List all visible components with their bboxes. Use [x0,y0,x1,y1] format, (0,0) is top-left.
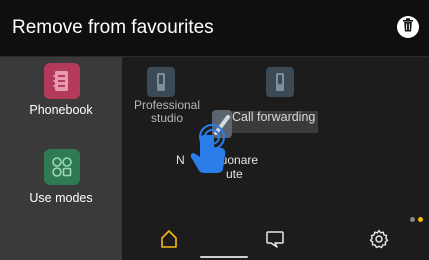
messages-button[interactable] [262,228,288,254]
app-screen: Remove from favourites Phonebook Use mod… [0,0,429,260]
home-button[interactable] [156,228,182,254]
use-modes-icon [44,149,80,185]
intercom-icon [147,67,175,97]
home-icon [159,229,179,254]
settings-button[interactable] [366,228,392,254]
sidebar-item-use-modes[interactable]: Use modes [0,147,122,237]
dragged-favourite-label: Call forwarding [232,110,316,124]
sidebar-item-label: Phonebook [29,103,93,117]
home-indicator-bar [200,256,248,258]
page-title: Remove from favourites [12,17,214,38]
touch-drag-icon [184,115,230,184]
top-bar: Remove from favourites [0,0,429,57]
settings-icon [369,229,389,254]
favourite-tile-call-forwarding[interactable] [240,57,320,107]
bottom-navigation [122,222,429,260]
remove-favourite-button[interactable] [397,16,419,38]
sidebar: Phonebook Use modes [0,57,122,260]
intercom-icon [266,67,294,97]
message-icon [265,229,285,254]
trash-icon [402,17,414,37]
sidebar-item-label: Use modes [29,191,93,205]
sidebar-item-phonebook[interactable]: Phonebook [0,57,122,147]
phonebook-icon [44,63,80,99]
